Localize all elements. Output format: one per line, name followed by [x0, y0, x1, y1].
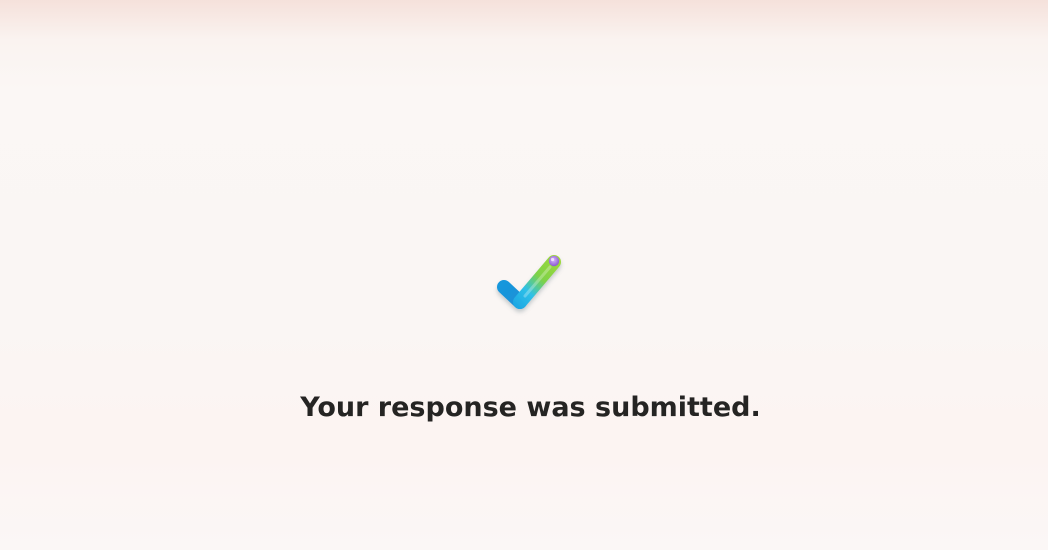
submission-confirmation: Your response was submitted. [0, 0, 1048, 550]
checkmark-icon [497, 255, 561, 309]
submission-message: Your response was submitted. [300, 392, 761, 423]
